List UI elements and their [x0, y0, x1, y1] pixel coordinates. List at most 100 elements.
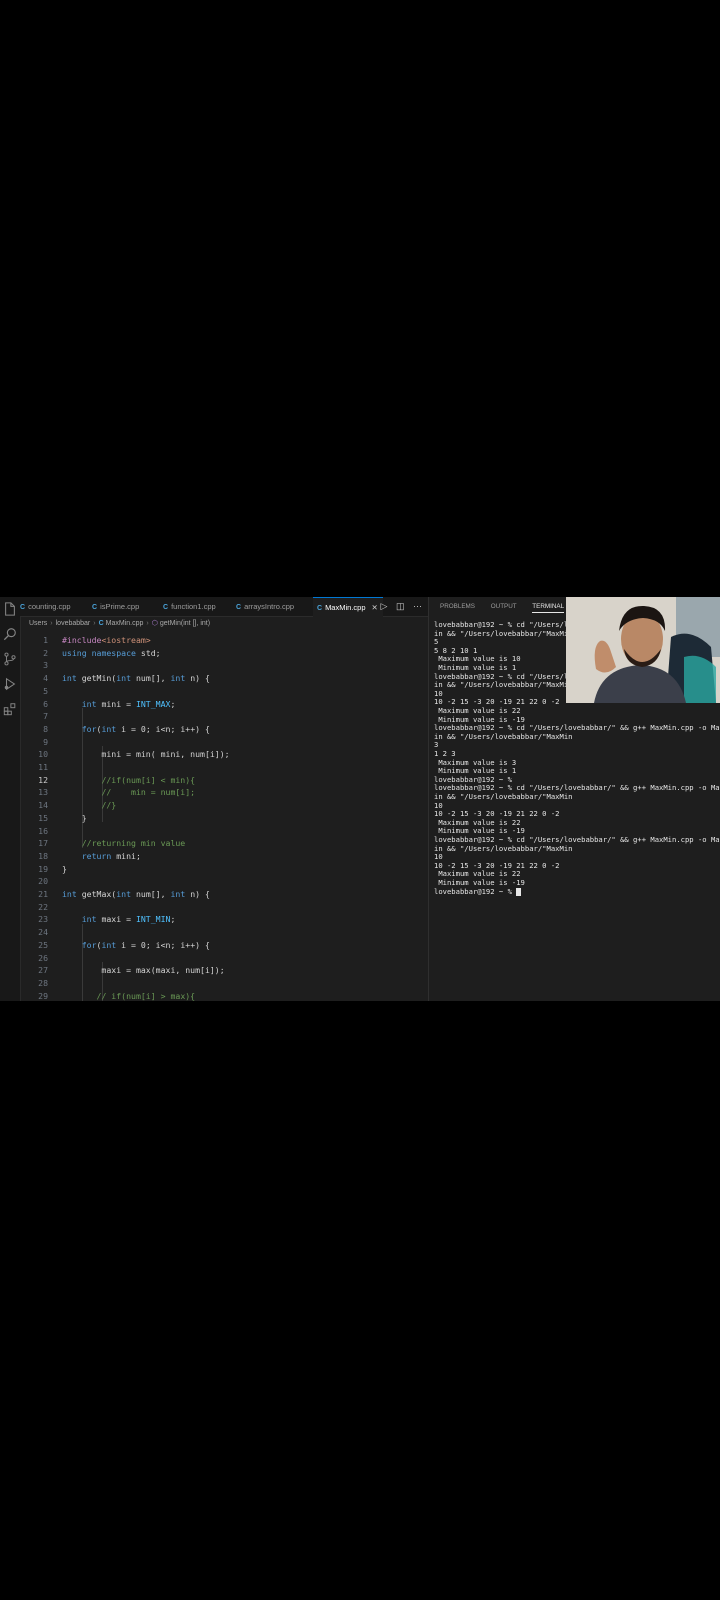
line-number: 17 — [38, 838, 48, 849]
run-debug-icon[interactable] — [3, 677, 17, 691]
line-number: 28 — [38, 977, 48, 988]
line-number: 21 — [38, 889, 48, 899]
code-line: 17 //returning min value — [20, 837, 428, 850]
code-text: } — [62, 812, 87, 823]
breadcrumb-users[interactable]: Users — [29, 620, 47, 627]
terminal-line: in && "/Users/lovebabbar/"MaxMi — [434, 680, 569, 690]
code-line: 10 mini = min( mini, num[i]); — [20, 748, 428, 761]
line-number: 12 — [38, 774, 48, 785]
terminal-text: in && "/Users/lovebabbar/"MaxMi — [434, 680, 569, 690]
terminal-line: in && "/Users/lovebabbar/"MaxMin — [434, 792, 573, 802]
cpp-file-icon: C — [98, 620, 104, 627]
code-line: 29 // if(num[i] > max){ — [20, 990, 428, 1001]
code-line: 2 using namespace std; — [20, 647, 428, 660]
editor-tab-bar: Ccounting.cpp CisPrime.cpp Cfunction1.cp… — [20, 597, 428, 617]
breadcrumb: Users › lovebabbar › C MaxMin.cpp › ⬡ getMin(int… — [29, 617, 210, 631]
line-number: 10 — [38, 749, 48, 760]
code-text: using namespace std; — [62, 647, 161, 658]
tab-output[interactable]: OUTPUT — [491, 603, 517, 610]
code-line: 3 — [20, 659, 428, 672]
function-symbol-icon: ⬡ — [151, 620, 158, 627]
cpp-file-icon: C — [20, 604, 26, 611]
tab-terminal[interactable]: TERMINAL — [532, 603, 565, 613]
cpp-file-icon: C — [92, 604, 98, 611]
code-text: //} — [101, 800, 117, 811]
terminal-text: lovebabbar@192 ~ % — [434, 886, 517, 896]
code-line: 27 maxi = max(maxi, num[i]); — [20, 964, 428, 977]
panel-divider[interactable] — [428, 597, 429, 1001]
line-number: 6 — [43, 698, 48, 709]
explorer-files-icon[interactable] — [3, 602, 17, 616]
terminal-text: in && "/Users/lovebabbar/"MaxMin — [434, 792, 573, 801]
code-line: 24 — [20, 926, 428, 939]
code-line: 11 — [20, 761, 428, 774]
code-text: // min = num[i]; — [101, 787, 196, 798]
vscode-window: Ccounting.cpp CisPrime.cpp Cfunction1.cp… — [0, 597, 720, 1001]
tab-maxmin[interactable]: C MaxMin.cpp ✕ — [313, 597, 383, 617]
more-actions-icon[interactable]: ··· — [413, 601, 422, 611]
code-line: 1 #include<iostream> — [20, 634, 428, 647]
line-number: 1 — [43, 635, 48, 645]
code-text: return mini; — [81, 850, 141, 861]
code-line: 4 int getMin(int num[], int n) { — [20, 672, 428, 685]
extensions-icon[interactable] — [3, 702, 17, 716]
line-number: 19 — [38, 863, 48, 874]
breadcrumb-lovebabbar[interactable]: lovebabbar — [56, 620, 91, 627]
tab-isprime[interactable]: CisPrime.cpp — [92, 597, 162, 616]
code-text: mini = min( mini, num[i]); — [62, 749, 230, 760]
line-number: 7 — [43, 711, 48, 722]
code-line: 25 for(int i = 0; i<n; i++) { — [20, 939, 428, 952]
line-number: 27 — [38, 965, 48, 976]
code-line: 6 int mini = INT_MAX; — [20, 698, 428, 711]
source-control-icon[interactable] — [3, 652, 17, 666]
terminal-line: lovebabbar@192 ~ % — [434, 886, 522, 897]
line-number: 3 — [43, 660, 48, 671]
breadcrumb-file[interactable]: MaxMin.cpp — [106, 620, 144, 627]
editor-actions: ▷ ◫ ··· — [375, 597, 422, 616]
code-text: int getMax(int num[], int n) { — [62, 889, 210, 899]
line-number: 16 — [38, 825, 48, 836]
tab-counting[interactable]: Ccounting.cpp — [20, 597, 90, 616]
terminal-line: in && "/Users/lovebabbar/"MaxMin — [434, 844, 572, 854]
tab-problems[interactable]: PROBLEMS — [440, 603, 475, 610]
breadcrumb-symbol[interactable]: getMin(int [], int) — [160, 620, 210, 627]
chevron-right-icon: › — [146, 620, 149, 627]
line-number: 29 — [38, 990, 48, 1001]
line-number: 2 — [43, 647, 48, 658]
line-number: 22 — [38, 901, 48, 912]
line-number: 8 — [43, 723, 48, 734]
line-number: 18 — [38, 850, 48, 861]
code-line: 21 int getMax(int num[], int n) { — [20, 888, 428, 901]
code-line: 23 int maxi = INT_MIN; — [20, 913, 428, 926]
presenter-video-icon — [566, 597, 720, 703]
chevron-right-icon: › — [93, 620, 96, 627]
line-number: 9 — [43, 736, 48, 747]
run-icon[interactable]: ▷ — [381, 601, 388, 611]
code-line: 16 — [20, 825, 428, 838]
terminal-line: in && "/Users/lovebabbar/"MaxMin — [434, 732, 572, 742]
code-text: //returning min value — [81, 838, 186, 849]
code-text: int mini = INT_MAX; — [81, 698, 176, 709]
code-line: 14 //} — [20, 799, 428, 812]
code-text: // if(num[i] > max){ — [96, 990, 196, 1001]
code-line: 19} — [20, 863, 428, 876]
code-editor[interactable]: 1 #include<iostream> 2 using namespace std;… — [20, 632, 428, 1001]
terminal-cursor — [516, 887, 522, 896]
search-icon[interactable] — [3, 627, 17, 641]
line-number: 5 — [43, 685, 48, 696]
chevron-right-icon: › — [50, 620, 53, 627]
code-text: for(int i = 0; i<n; i++) { — [81, 723, 210, 734]
code-line: 18 return mini; — [20, 850, 428, 863]
code-line: 5 — [20, 685, 428, 698]
tab-function1[interactable]: Cfunction1.cpp — [163, 597, 233, 616]
cpp-file-icon: C — [163, 604, 169, 611]
line-number: 24 — [38, 927, 48, 938]
code-text: maxi = max(maxi, num[i]); — [62, 965, 225, 976]
activity-bar — [0, 597, 21, 1001]
cpp-file-icon: C — [317, 605, 323, 612]
webcam-overlay — [566, 597, 720, 703]
line-number: 26 — [38, 952, 48, 963]
split-editor-icon[interactable]: ◫ — [396, 601, 405, 611]
terminal-text: in && "/Users/lovebabbar/"MaxMi — [434, 628, 569, 638]
tab-arraysintro[interactable]: CarraysIntro.cpp — [236, 597, 312, 616]
